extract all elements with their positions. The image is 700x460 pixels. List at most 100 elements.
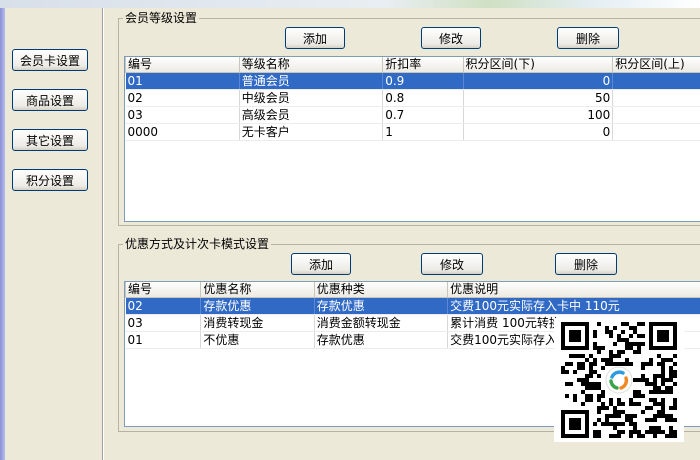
qr-module bbox=[589, 386, 593, 390]
qr-module bbox=[581, 382, 585, 386]
column-header[interactable]: 编号 bbox=[125, 282, 202, 298]
qr-module bbox=[673, 418, 677, 422]
vertical-divider bbox=[102, 8, 103, 460]
qr-module bbox=[593, 346, 597, 350]
qr-module bbox=[597, 406, 601, 410]
qr-module bbox=[649, 406, 653, 410]
qr-module bbox=[649, 358, 653, 362]
qr-module bbox=[661, 414, 665, 418]
discounts-edit-button[interactable]: 修改 bbox=[421, 253, 483, 275]
qr-module bbox=[585, 374, 589, 378]
qr-module bbox=[601, 366, 605, 370]
qr-finder-inner bbox=[569, 418, 581, 430]
table-row[interactable]: 02 中级会员 0.8 50 bbox=[125, 89, 700, 107]
table-row[interactable]: 01 普通会员 0.9 0 bbox=[125, 72, 700, 90]
qr-module bbox=[625, 338, 629, 342]
column-header[interactable]: 优惠说明 bbox=[447, 282, 700, 298]
qr-module bbox=[621, 338, 625, 342]
nav-other-settings-button[interactable]: 其它设置 bbox=[12, 129, 88, 151]
qr-module bbox=[649, 398, 653, 402]
qr-module bbox=[633, 350, 637, 354]
qr-module bbox=[637, 378, 641, 382]
qr-module bbox=[621, 410, 625, 414]
qr-module bbox=[653, 378, 657, 382]
qr-module bbox=[657, 374, 661, 378]
qr-module bbox=[653, 430, 657, 434]
qr-module bbox=[633, 430, 637, 434]
qr-module bbox=[665, 358, 669, 362]
qr-module bbox=[617, 338, 621, 342]
column-header[interactable]: 折扣率 bbox=[382, 57, 464, 73]
qr-module bbox=[593, 422, 597, 426]
nav-points-settings-button[interactable]: 积分设置 bbox=[12, 169, 88, 191]
table-row[interactable]: 03 高级会员 0.7 100 bbox=[125, 106, 700, 124]
qr-module bbox=[609, 414, 613, 418]
qr-module bbox=[645, 406, 649, 410]
table-cell: 03 bbox=[125, 314, 202, 332]
qr-module bbox=[637, 430, 641, 434]
qr-module bbox=[597, 394, 601, 398]
qr-module bbox=[573, 398, 577, 402]
table-cell: 高级会员 bbox=[239, 106, 384, 124]
qr-module bbox=[653, 382, 657, 386]
table-row[interactable]: 02 存款优惠 存款优惠 交费100元实际存入卡中 110元 bbox=[125, 297, 700, 315]
qr-module bbox=[589, 362, 593, 366]
qr-module bbox=[657, 410, 661, 414]
column-header[interactable]: 等级名称 bbox=[238, 57, 384, 73]
qr-module bbox=[661, 362, 665, 366]
member-levels-edit-button[interactable]: 修改 bbox=[421, 27, 481, 49]
member-levels-table[interactable]: 编号 等级名称 折扣率 积分区间(下) 积分区间(上) 01 普通会员 0.9 0 02 中级会员… bbox=[124, 56, 700, 222]
qr-module bbox=[581, 354, 585, 358]
qr-module bbox=[593, 382, 597, 386]
qr-module bbox=[609, 334, 613, 338]
qr-module bbox=[573, 354, 577, 358]
qr-module bbox=[625, 358, 629, 362]
qr-module bbox=[597, 434, 601, 438]
qr-module bbox=[673, 398, 677, 402]
qr-module bbox=[669, 426, 673, 430]
qr-module bbox=[601, 406, 605, 410]
qr-module bbox=[665, 414, 669, 418]
qr-module bbox=[653, 386, 657, 390]
discounts-add-button[interactable]: 添加 bbox=[291, 253, 351, 275]
column-header[interactable]: 优惠名称 bbox=[200, 282, 315, 298]
table-row[interactable]: 0000 无卡客户 1 0 bbox=[125, 123, 700, 141]
qr-module bbox=[657, 354, 661, 358]
qr-module bbox=[669, 414, 673, 418]
member-levels-grid: 编号 等级名称 折扣率 积分区间(下) 积分区间(上) 01 普通会员 0.9 0 02 中级会员… bbox=[125, 57, 700, 141]
qr-module bbox=[629, 334, 633, 338]
qr-module bbox=[645, 430, 649, 434]
qr-module bbox=[597, 430, 601, 434]
qr-module bbox=[669, 390, 673, 394]
left-accent-bar bbox=[0, 8, 5, 460]
qr-module bbox=[617, 334, 621, 338]
column-header[interactable]: 积分区间(上) bbox=[612, 57, 700, 73]
qr-module bbox=[629, 402, 633, 406]
qr-module bbox=[617, 434, 621, 438]
qr-module bbox=[653, 398, 657, 402]
qr-module bbox=[625, 346, 629, 350]
column-header[interactable]: 优惠种类 bbox=[313, 282, 449, 298]
table-cell: 不优惠 bbox=[200, 331, 315, 349]
column-header[interactable]: 编号 bbox=[125, 57, 240, 73]
nav-member-card-settings-button[interactable]: 会员卡设置 bbox=[12, 49, 88, 71]
discounts-delete-button[interactable]: 删除 bbox=[555, 253, 617, 275]
qr-module bbox=[601, 394, 605, 398]
member-levels-group: 会员等级设置 添加 修改 删除 编号 等级名称 折扣率 积分区间(下) 积分区间(上) … bbox=[118, 10, 700, 226]
qr-module bbox=[673, 430, 677, 434]
qr-module bbox=[613, 410, 617, 414]
qr-module bbox=[673, 374, 677, 378]
qr-module bbox=[661, 358, 665, 362]
qr-module bbox=[609, 358, 613, 362]
qr-module bbox=[629, 422, 633, 426]
member-levels-add-button[interactable]: 添加 bbox=[285, 27, 345, 49]
qr-module bbox=[597, 398, 601, 402]
nav-product-settings-button[interactable]: 商品设置 bbox=[12, 89, 88, 111]
qr-module bbox=[661, 366, 665, 370]
member-levels-delete-button[interactable]: 删除 bbox=[557, 27, 619, 49]
qr-module bbox=[597, 350, 601, 354]
column-header[interactable]: 积分区间(下) bbox=[462, 57, 614, 73]
table-cell: 存款优惠 bbox=[200, 297, 315, 315]
qr-module bbox=[645, 382, 649, 386]
qr-module bbox=[629, 326, 633, 330]
